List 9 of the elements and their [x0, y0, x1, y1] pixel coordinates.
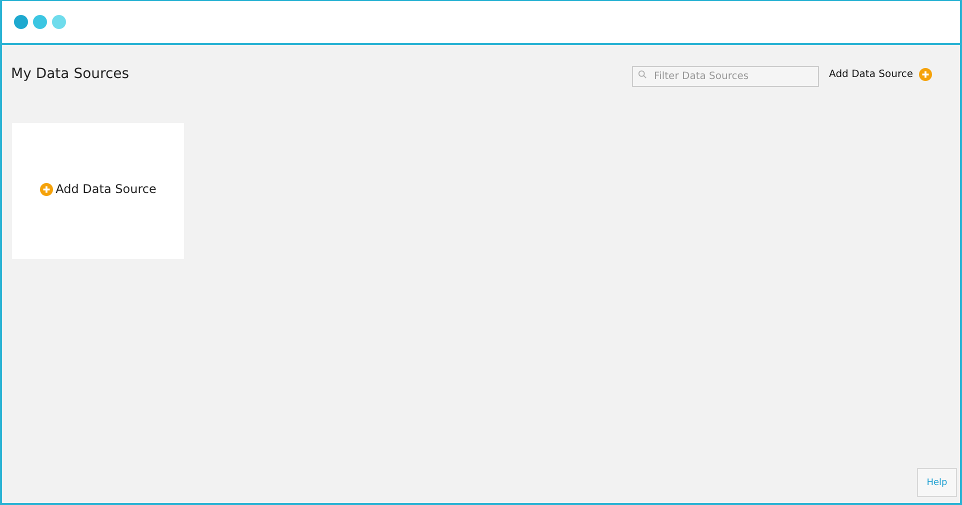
add-data-source-button[interactable]: Add Data Source [829, 68, 932, 80]
add-icon [919, 68, 932, 80]
window-control[interactable] [52, 15, 66, 29]
window-control[interactable] [33, 15, 47, 29]
add-data-source-card[interactable]: Add Data Source [12, 123, 184, 259]
add-icon [40, 182, 53, 196]
page-title: My Data Sources [11, 66, 130, 82]
window-control[interactable] [14, 15, 28, 29]
search-field[interactable]: Filter Data Sources [632, 66, 820, 86]
